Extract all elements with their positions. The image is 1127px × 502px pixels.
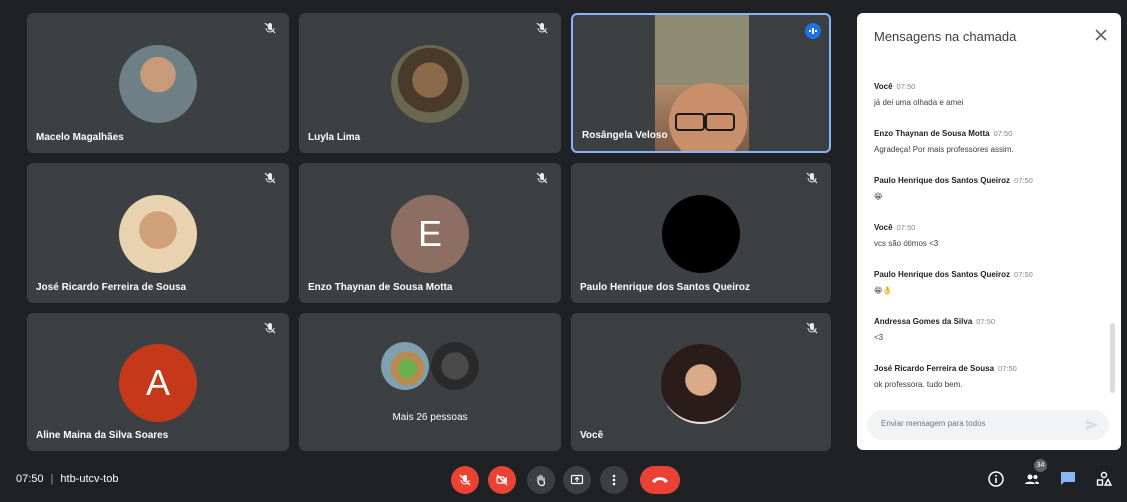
meeting-info: 07:50 | htb-utcv-tob: [16, 473, 118, 485]
people-icon[interactable]: [1023, 470, 1041, 488]
mic-off-icon: [264, 22, 276, 34]
participant-avatar: [119, 45, 197, 123]
meeting-time: 07:50: [16, 473, 44, 485]
message-text: 😁👌: [874, 286, 893, 295]
avatar-initial: A: [145, 362, 170, 403]
participant-avatar: [391, 45, 469, 123]
people-count-badge: 34: [1034, 459, 1047, 472]
participant-tile-speaking[interactable]: Rosângela Veloso: [571, 13, 831, 153]
message-text: Agradeça! Por mais professores assim.: [874, 145, 1014, 154]
camera-toggle-button[interactable]: [488, 466, 516, 494]
message-text: <3: [874, 333, 884, 342]
participant-name: Luyla Lima: [308, 132, 361, 143]
message-time: 07:50: [1014, 270, 1033, 279]
message-time: 07:50: [993, 129, 1013, 138]
participant-avatar-initial: A: [119, 344, 197, 422]
meeting-details-icon[interactable]: [987, 470, 1005, 488]
message-sender: José Ricardo Ferreira de Sousa: [874, 364, 995, 373]
self-avatar: [661, 344, 741, 424]
message-sender: Paulo Henrique dos Santos Queiroz: [874, 176, 1011, 185]
self-tile[interactable]: Você: [571, 313, 831, 451]
participant-name: Enzo Thaynan de Sousa Motta: [308, 282, 453, 293]
chat-title: Mensagens na chamada: [874, 29, 1017, 44]
message-sender: Paulo Henrique dos Santos Queiroz: [874, 270, 1011, 279]
chat-message: José Ricardo Ferreira de Sousa 07:50 ok p…: [874, 358, 1106, 405]
more-options-button[interactable]: [600, 466, 628, 494]
participant-tile[interactable]: A Aline Maina da Silva Soares: [27, 313, 289, 451]
more-participants-label: Mais 26 pessoas: [392, 412, 468, 423]
participant-name: Você: [580, 430, 604, 441]
present-screen-icon: [570, 474, 584, 485]
participant-tile[interactable]: E Enzo Thaynan de Sousa Motta: [299, 163, 561, 303]
leave-call-button[interactable]: [640, 466, 680, 494]
hand-icon: [537, 474, 545, 487]
mic-off-icon: [536, 172, 548, 184]
participant-tile[interactable]: José Ricardo Ferreira de Sousa: [27, 163, 289, 303]
raise-hand-button[interactable]: [527, 466, 555, 494]
message-time: 07:50: [896, 223, 916, 232]
present-screen-button[interactable]: [563, 466, 591, 494]
participant-avatar: [431, 342, 479, 390]
participant-avatar: [381, 342, 429, 390]
participant-name: Macelo Magalhães: [36, 132, 124, 143]
chat-message: Enzo Thaynan de Sousa Motta 07:50 Agradeç…: [874, 123, 1106, 170]
chat-message: Você 07:50 já dei uma olhada e amei: [874, 76, 1106, 123]
participant-tile[interactable]: Paulo Henrique dos Santos Queiroz: [571, 163, 831, 303]
participant-name: Paulo Henrique dos Santos Queiroz: [580, 282, 751, 293]
chat-message-list: Você 07:50 já dei uma olhada e amei Enzo …: [874, 76, 1106, 405]
chat-message: Paulo Henrique dos Santos Queiroz 07:50 😁…: [874, 264, 1106, 311]
message-text: vcs são ótimos <3: [874, 239, 939, 248]
message-text: 😁: [874, 192, 883, 201]
message-sender: Você: [874, 82, 893, 91]
chat-message-input[interactable]: [879, 418, 1083, 429]
mic-off-icon: [806, 172, 818, 184]
chat-message: Andressa Gomes da Silva 07:50 <3: [874, 311, 1106, 358]
message-time: 07:50: [998, 364, 1017, 373]
message-sender: Andressa Gomes da Silva: [874, 317, 973, 326]
mic-off-icon: [264, 172, 276, 184]
more-vert-icon: [612, 474, 616, 486]
participant-video: [655, 15, 749, 151]
send-icon[interactable]: [1085, 418, 1099, 432]
message-sender: Enzo Thaynan de Sousa Motta: [874, 129, 990, 138]
mic-toggle-button[interactable]: [451, 466, 479, 494]
mic-off-icon: [536, 22, 548, 34]
mic-off-icon: [806, 322, 818, 334]
participant-avatar-initial: E: [391, 195, 469, 273]
participant-name: Rosângela Veloso: [582, 130, 668, 141]
participant-avatar: [662, 195, 740, 273]
mic-off-icon: [264, 322, 276, 334]
chat-scrollbar[interactable]: [1110, 323, 1115, 393]
speaking-indicator-icon: [805, 23, 821, 39]
chat-icon[interactable]: [1059, 470, 1077, 488]
camera-off-icon: [496, 474, 508, 486]
close-icon[interactable]: [1093, 27, 1109, 43]
message-text: já dei uma olhada e amei: [874, 98, 964, 107]
participant-tile[interactable]: Luyla Lima: [299, 13, 561, 153]
participant-tile[interactable]: Macelo Magalhães: [27, 13, 289, 153]
chat-message: Você 07:50 vcs são ótimos <3: [874, 217, 1106, 264]
chat-message: Paulo Henrique dos Santos Queiroz 07:50 😁: [874, 170, 1106, 217]
avatar-initial: E: [417, 213, 442, 254]
participant-avatar: [119, 195, 197, 273]
message-sender: Você: [874, 223, 893, 232]
more-participants-tile[interactable]: Mais 26 pessoas: [299, 313, 561, 451]
message-time: 07:50: [1014, 176, 1033, 185]
participant-name: José Ricardo Ferreira de Sousa: [36, 282, 187, 293]
activities-icon[interactable]: [1095, 470, 1113, 488]
mic-off-icon: [459, 474, 471, 486]
meeting-code: htb-utcv-tob: [60, 473, 119, 485]
meeting-info-divider: |: [50, 473, 54, 485]
chat-panel: Mensagens na chamada Você 07:50 já dei um…: [857, 13, 1121, 450]
chat-input-container: [867, 410, 1109, 440]
message-time: 07:50: [976, 317, 996, 326]
hang-up-icon: [652, 477, 668, 483]
message-time: 07:50: [896, 82, 916, 91]
participant-name: Aline Maina da Silva Soares: [36, 430, 169, 441]
message-text: ok professora. tudo bem.: [874, 380, 963, 389]
